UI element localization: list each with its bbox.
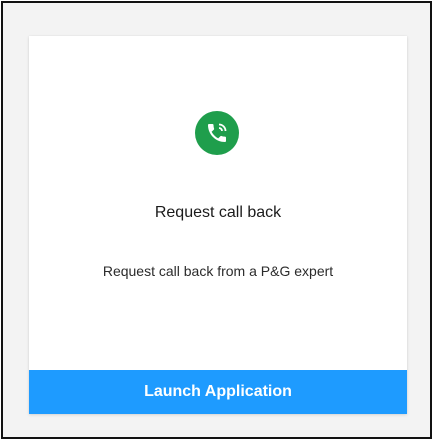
app-card[interactable]: Request call back Request call back from… xyxy=(29,36,407,414)
window-frame: Request call back Request call back from… xyxy=(1,1,432,439)
card-title: Request call back xyxy=(154,204,282,221)
phone-callback-icon xyxy=(195,111,239,155)
card-description: Request call back from a P&G expert xyxy=(102,263,334,279)
launch-application-button[interactable]: Launch Application xyxy=(29,370,407,414)
